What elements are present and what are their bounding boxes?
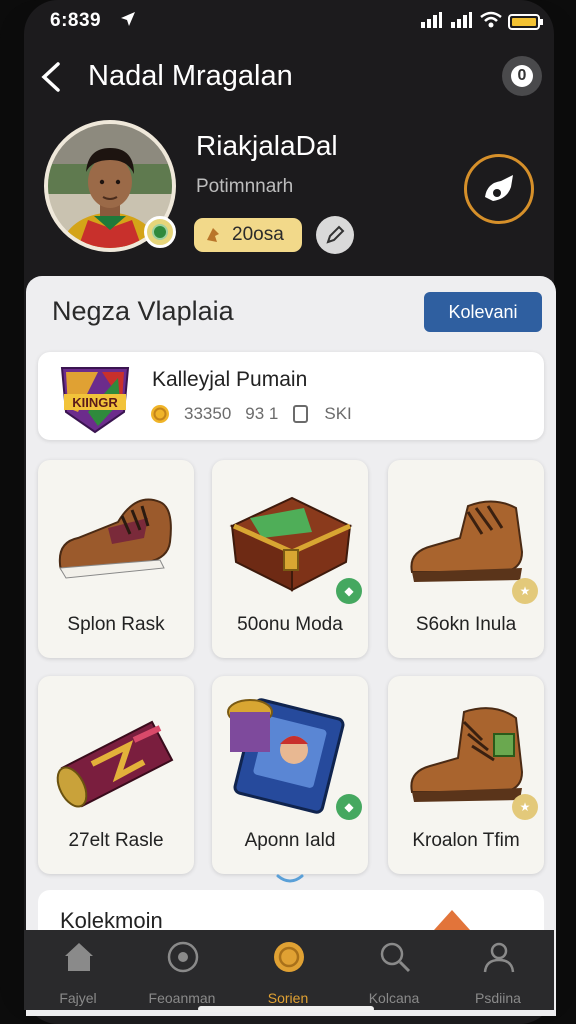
item-card[interactable]: ★ S6okn Inula <box>388 460 544 658</box>
scroll-more-icon <box>276 874 304 883</box>
tab-matches[interactable]: Feoanman <box>132 940 232 1006</box>
coin-balance-value: 20osa <box>232 224 284 245</box>
player-subtitle: Potimnnarh <box>196 176 294 197</box>
football-icon <box>167 941 199 973</box>
stat-coins-value: 33350 <box>184 404 232 423</box>
gold-rarity-badge-icon: ★ <box>512 794 538 820</box>
back-chevron-icon[interactable] <box>38 60 64 94</box>
player-name: RiakjalaDal <box>196 130 338 161</box>
stat-items-value: SKI <box>324 404 352 423</box>
stat-cards-value: 93 1 <box>245 404 279 423</box>
featured-stats: 33350 93 1 SKI <box>150 404 352 424</box>
edit-profile-button[interactable] <box>316 216 354 254</box>
tab-store[interactable]: Sorien <box>238 940 338 1006</box>
item-card[interactable]: ◆ Aponn Iald <box>212 676 368 874</box>
whistle-icon <box>485 175 513 201</box>
card-stack-icon <box>293 405 309 423</box>
status-bar: 6:839 <box>24 6 543 34</box>
pencil-icon <box>326 225 345 244</box>
profile-section: RiakjalaDal Potimnnarh 20osa <box>24 116 554 266</box>
item-label: Kroalon Tfim <box>412 830 520 851</box>
tab-label: Sorien <box>267 990 309 1006</box>
inventory-panel: Negza Vlaplaia Kolevani KIINGR Kalleyjal… <box>26 276 556 1016</box>
status-time: 6:839 <box>50 10 102 31</box>
club-crest-icon: KIINGR <box>60 367 130 434</box>
verified-badge-icon <box>144 216 176 248</box>
item-label: Splon Rask <box>67 614 165 635</box>
collection-button[interactable]: Kolevani <box>424 292 542 332</box>
profile-icon <box>483 942 515 973</box>
football-boot-icon <box>58 498 172 579</box>
item-label: S6okn Inula <box>415 614 517 635</box>
phone-frame: 6:839 Nadal Mragalan 0 RiakjalaDal Potim… <box>0 0 576 1024</box>
coin-balance: 20osa <box>194 218 302 252</box>
item-card[interactable]: 27elt Rasle <box>38 676 194 874</box>
top-header: Nadal Mragalan 0 <box>24 48 554 108</box>
tab-label: Psdiina <box>475 990 521 1006</box>
currency-icon <box>207 228 219 242</box>
boost-action-button[interactable] <box>464 154 534 224</box>
page-title: Nadal Mragalan <box>88 60 293 92</box>
item-card[interactable]: Splon Rask <box>38 460 194 658</box>
featured-title: Kalleyjal Pumain <box>152 368 308 391</box>
tab-profile[interactable]: Psdiina <box>448 940 548 1006</box>
club-crest-text: KIINGR <box>72 395 118 410</box>
gold-rarity-badge-icon: ★ <box>512 578 538 604</box>
wifi-icon <box>480 11 502 28</box>
item-label: 50onu Moda <box>237 614 343 635</box>
item-grid: Splon Rask ◆ 50onu Moda ★ S6okn Inula 27… <box>38 460 546 880</box>
tab-label: Fajyel <box>59 990 97 1006</box>
battery-icon <box>508 14 543 30</box>
tab-home[interactable]: Fajyel <box>28 940 128 1006</box>
panel-title: Negza Vlaplaia <box>52 296 234 326</box>
bottom-tab-bar: Fajyel Feoanman Sorien Kolcana Psdiina <box>24 930 554 1010</box>
energy-can-icon <box>56 720 174 808</box>
item-card[interactable]: ★ Kroalon Tfim <box>388 676 544 874</box>
notification-badge-icon[interactable]: 0 <box>502 56 542 96</box>
item-card[interactable]: ◆ 50onu Moda <box>212 460 368 658</box>
green-rarity-badge-icon: ◆ <box>336 794 362 820</box>
coin-icon <box>274 942 304 972</box>
item-label: 27elt Rasle <box>68 830 164 851</box>
search-icon <box>380 942 411 973</box>
item-label: Aponn Iald <box>244 830 336 851</box>
tab-search[interactable]: Kolcana <box>344 940 444 1006</box>
tab-label: Kolcana <box>368 990 420 1006</box>
notification-count: 0 <box>511 65 533 87</box>
tab-label: Feoanman <box>148 990 216 1006</box>
home-indicator[interactable] <box>198 1006 374 1012</box>
gold-coin-icon <box>151 405 169 423</box>
cellular-signal-2-icon <box>451 12 472 28</box>
location-arrow-icon <box>121 12 135 26</box>
green-rarity-badge-icon: ◆ <box>336 578 362 604</box>
home-icon <box>65 943 93 971</box>
featured-card[interactable]: KIINGR Kalleyjal Pumain 33350 93 1 SKI <box>38 352 544 440</box>
cellular-signal-icon <box>421 12 442 28</box>
